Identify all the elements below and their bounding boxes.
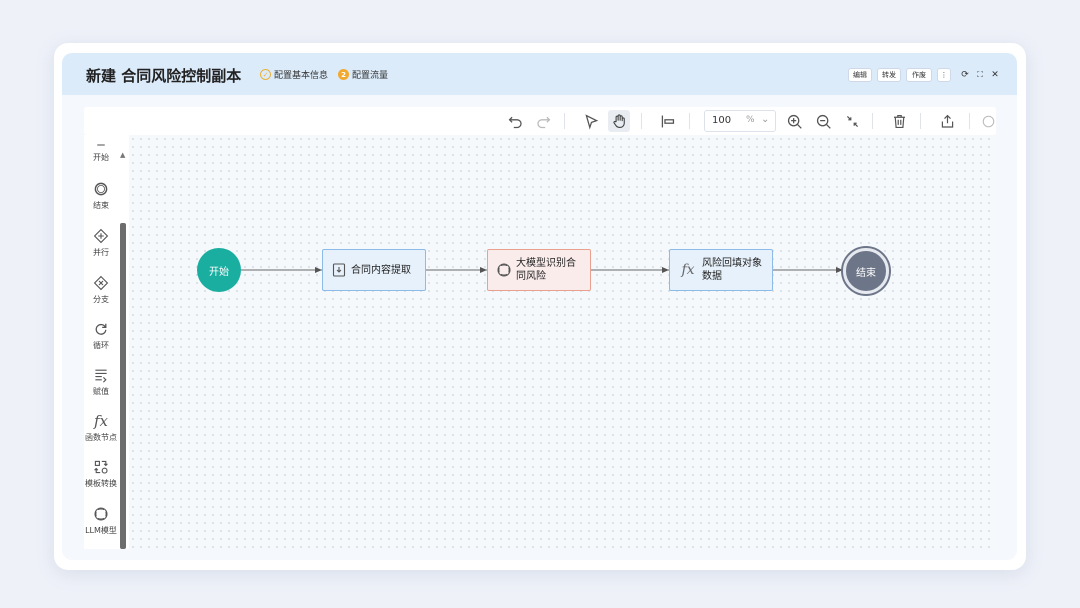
flow-node-end[interactable]: 结束 [843,248,889,294]
palette-item-label: 函数节点 [85,433,117,442]
step-basic-info[interactable]: ✓ 配置基本信息 [260,68,328,81]
end-icon [84,179,118,199]
branch-icon [84,273,118,293]
canvas-toolbar: 100 % ⌄ [84,107,996,135]
toolbar-divider [564,113,565,129]
palette-item-parallel[interactable]: 并行 [84,226,118,258]
step-flow-config[interactable]: 2 配置流量 [338,68,388,81]
parallel-icon [84,226,118,246]
redo-icon[interactable] [532,110,554,132]
workflow-editor-window: 新建 合同风险控制副本 ✓ 配置基本信息 2 配置流量 编辑 转发 作废 ⋮ ⟳… [54,43,1026,570]
node-label: 合同内容提取 [351,264,411,276]
node-label: 结束 [856,267,876,279]
palette-item-llm[interactable]: LLM模型 [84,504,118,536]
delete-icon[interactable] [888,110,910,132]
scroll-up-icon[interactable]: ▲ [120,151,125,159]
palette-item-label: 开始 [93,153,109,162]
step-number-icon: 2 [338,69,349,80]
start-icon [84,139,118,151]
extract-icon [331,262,347,278]
edit-button[interactable]: 编辑 [848,68,872,82]
zoom-out-icon[interactable] [812,110,834,132]
palette-item-template-convert[interactable]: 模板转换 [84,457,118,489]
forward-button[interactable]: 转发 [877,68,901,82]
toolbar-divider [689,113,690,129]
undo-icon[interactable] [504,110,526,132]
more-icon[interactable] [981,110,996,132]
check-circle-icon: ✓ [260,69,271,80]
toolbar-divider [969,113,970,129]
palette-item-label: 赋值 [93,387,109,396]
palette-item-label: 并行 [93,248,109,257]
window-header: 新建 合同风险控制副本 ✓ 配置基本信息 2 配置流量 编辑 转发 作废 ⋮ ⟳… [62,53,1017,95]
toolbar-divider [872,113,873,129]
node-palette: ▲ 开始 结束 并行 分支 循环 赋值 fx 函数节点 模板转换 LLM模型 [84,135,129,549]
step-label: 配置流量 [352,71,389,81]
node-label: 风险回填对象数据 [702,258,762,282]
function-icon: fx [93,412,108,430]
palette-item-function[interactable]: fx 函数节点 [84,411,118,443]
zoom-value: 100 [712,115,732,126]
more-menu-icon[interactable]: ⋮ [937,68,951,82]
toolbar-divider [641,113,642,129]
void-button[interactable]: 作废 [906,68,932,82]
palette-item-start[interactable]: 开始 [84,139,118,163]
refresh-icon[interactable]: ⟳ [959,68,971,82]
flow-node-llm[interactable]: 大模型识别合同风险 [487,249,591,291]
toolbar-divider [920,113,921,129]
node-label: 大模型识别合同风险 [516,258,576,282]
page-title: 新建 合同风险控制副本 [86,67,242,85]
palette-scrollbar[interactable] [120,223,126,549]
zoom-unit: % [746,115,755,125]
loop-icon [84,319,118,339]
fit-screen-icon[interactable] [841,110,863,132]
template-convert-icon [84,457,118,477]
palette-item-branch[interactable]: 分支 [84,273,118,305]
flow-node-extract[interactable]: 合同内容提取 [322,249,426,291]
zoom-select[interactable]: 100 % ⌄ [704,110,776,132]
llm-icon [496,262,512,278]
align-icon[interactable] [656,110,678,132]
editor-panel: 100 % ⌄ ▲ 开始 结束 并行 分支 循环 赋值 fx 函数节点 模板转换… [62,95,1017,560]
palette-item-label: LLM模型 [85,526,117,535]
step-label: 配置基本信息 [274,71,329,81]
palette-item-end[interactable]: 结束 [84,179,118,211]
palette-item-label: 循环 [93,341,109,350]
palette-item-label: 分支 [93,295,109,304]
flow-node-backfill[interactable]: fx 风险回填对象数据 [669,249,773,291]
select-icon[interactable] [580,110,602,132]
llm-icon [84,504,118,524]
node-label: 开始 [209,266,229,278]
flow-node-start[interactable]: 开始 [197,248,241,292]
flow-canvas[interactable] [129,135,996,549]
chevron-down-icon: ⌄ [761,114,770,125]
palette-item-label: 结束 [93,201,109,210]
palette-item-label: 模板转换 [85,479,117,488]
fullscreen-icon[interactable]: ⛶ [974,68,986,82]
zoom-in-icon[interactable] [783,110,805,132]
palette-item-assign[interactable]: 赋值 [84,365,118,397]
function-icon: fx [681,262,695,278]
assign-icon [84,365,118,385]
export-icon[interactable] [936,110,958,132]
palette-item-loop[interactable]: 循环 [84,319,118,351]
close-icon[interactable]: ✕ [989,68,1001,82]
pan-hand-icon[interactable] [608,110,630,132]
